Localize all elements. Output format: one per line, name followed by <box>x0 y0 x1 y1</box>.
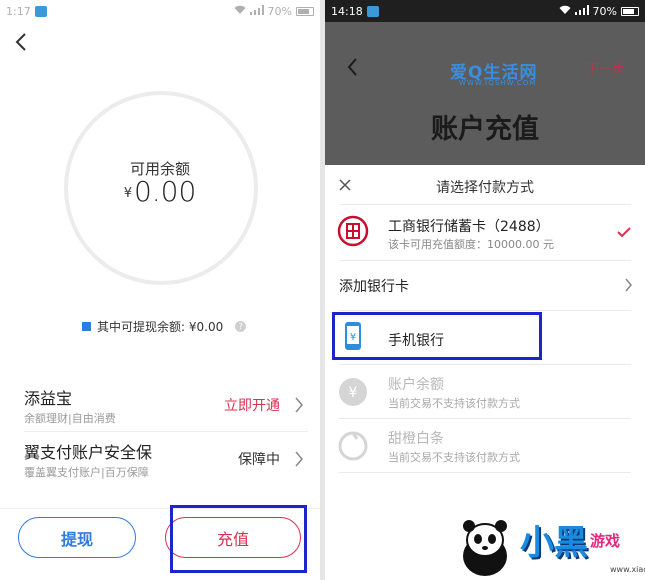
wifi-icon <box>234 5 246 18</box>
help-icon[interactable]: ? <box>235 321 247 332</box>
withdrawable-balance: 其中可提现余额: ¥0.00 ? <box>82 318 247 335</box>
chevron-right-icon <box>625 278 632 292</box>
status-time: 14:18 <box>331 4 363 18</box>
wallet-screen: 1:17 70% 可用余额 ¥0.00 其中可提现余额: ¥0.00 ? 添益宝… <box>0 0 320 580</box>
divider <box>339 364 631 365</box>
option-name: 工商银行储蓄卡（2488） <box>388 219 550 235</box>
protection-status: 保障中 <box>238 452 280 468</box>
highlight-box <box>170 505 307 573</box>
orange-credit-icon <box>338 431 368 461</box>
status-time: 1:17 <box>6 4 31 18</box>
row-subtitle: 覆盖翼支付账户|百万保障 <box>24 466 149 479</box>
panda-mascot-icon <box>463 520 507 576</box>
divider <box>339 310 631 311</box>
open-now-link[interactable]: 立即开通 <box>224 395 280 415</box>
row-subtitle: 余额理财|自由消费 <box>24 412 116 425</box>
battery-icon <box>296 6 314 16</box>
back-button[interactable] <box>345 56 361 78</box>
watermark-logo: 小黑游戏 www.xiaohei.com <box>520 515 645 574</box>
checkmark-icon <box>617 227 631 238</box>
icbc-bank-icon <box>337 215 369 247</box>
wifi-icon <box>559 5 571 18</box>
option-subtitle: 当前交易不支持该付款方式 <box>388 397 520 410</box>
battery-icon <box>621 6 639 16</box>
add-bank-card-row[interactable]: 添加银行卡 <box>325 262 645 308</box>
divider <box>339 472 631 473</box>
logo-url: WWW.IQSHW.COM <box>459 79 537 87</box>
balance-value: ¥0.00 <box>0 175 320 208</box>
payment-option-orange-credit: 甜橙白条 当前交易不支持该付款方式 <box>325 422 645 472</box>
notification-icon <box>366 5 379 17</box>
tianyibao-row[interactable]: 添益宝 余额理财|自由消费 立即开通 <box>24 380 308 432</box>
battery-level: 70% <box>592 4 617 18</box>
divider <box>339 418 631 419</box>
option-name: 添加银行卡 <box>339 279 409 295</box>
sheet-title: 请选择付款方式 <box>436 180 534 196</box>
currency-symbol: ¥ <box>123 186 132 201</box>
back-button[interactable] <box>12 30 32 54</box>
watermark-text: 小黑 <box>520 523 588 563</box>
chevron-left-icon <box>15 33 26 51</box>
balance-yuan-icon: ¥ <box>339 378 367 406</box>
battery-level: 70% <box>267 4 292 18</box>
status-bar: 14:18 70% <box>325 0 645 22</box>
payment-option-balance: ¥ 账户余额 当前交易不支持该付款方式 <box>325 368 645 418</box>
chevron-left-icon <box>347 58 357 76</box>
signal-icon <box>574 4 589 18</box>
chevron-right-icon <box>295 451 303 467</box>
option-subtitle: 当前交易不支持该付款方式 <box>388 451 520 464</box>
divider <box>339 204 631 205</box>
svg-text:¥: ¥ <box>349 385 358 401</box>
row-title: 添益宝 <box>24 389 73 408</box>
payment-option-icbc[interactable]: 工商银行储蓄卡（2488） 该卡可用充值额度：10000.00 元 <box>325 208 645 260</box>
highlight-box <box>332 312 542 360</box>
option-name: 账户余额 <box>388 377 444 393</box>
withdraw-button[interactable]: 提现 <box>18 517 136 558</box>
square-marker-icon <box>82 322 91 331</box>
account-security-row[interactable]: 翼支付账户安全保 覆盖翼支付账户|百万保障 保障中 <box>24 434 308 486</box>
balance-amount: 0.00 <box>133 175 197 208</box>
watermark-url: www.xiaohei.com <box>610 565 645 574</box>
signal-icon <box>249 4 264 18</box>
next-step-button[interactable]: 下一步 <box>586 58 625 77</box>
sheet-header: 请选择付款方式 <box>325 168 645 204</box>
dimmed-header: 爱Q生活网 WWW.IQSHW.COM 下一步 账户充值 <box>325 22 645 165</box>
page-title: 账户充值 <box>431 114 539 145</box>
divider <box>339 260 631 261</box>
site-logo: 爱Q生活网 WWW.IQSHW.COM <box>450 58 537 87</box>
row-title: 翼支付账户安全保 <box>24 443 153 462</box>
payment-method-screen: 14:18 70% 爱Q生活网 WWW.IQSHW.COM 下一步 账户充值 请… <box>325 0 645 580</box>
status-bar: 1:17 70% <box>0 0 320 22</box>
watermark-text2: 游戏 <box>590 532 621 550</box>
option-name: 甜橙白条 <box>388 431 444 447</box>
chevron-right-icon <box>295 397 303 413</box>
notification-icon <box>34 5 47 17</box>
withdrawable-label: 其中可提现余额: ¥0.00 <box>97 320 224 334</box>
option-subtitle: 该卡可用充值额度：10000.00 元 <box>388 238 554 251</box>
